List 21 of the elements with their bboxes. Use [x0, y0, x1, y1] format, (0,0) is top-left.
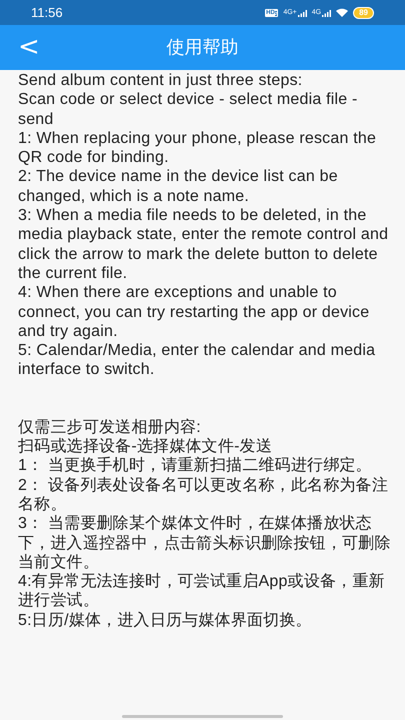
battery-indicator: 89 [353, 6, 374, 18]
help-text: 4:有异常无法连接时，可尝试重启App或设备，重新进行尝试。 [18, 572, 386, 611]
help-text: 3: When a media file needs to be deleted, in the media playback state, enter the remote control and click the arrow to mark the delete button to delete the current file. [18, 206, 390, 284]
status-time: 11:56 [31, 4, 63, 22]
wifi-icon [336, 8, 348, 17]
help-text: Send album content in just three steps: [18, 71, 304, 90]
signal-icon [322, 10, 332, 16]
help-text: 4: When there are exceptions and unable to connect, you can try restarting the app or device and try again. [18, 283, 370, 342]
help-text: 仅需三步可发送相册内容: [18, 418, 202, 438]
back-button[interactable]: < [16, 33, 42, 61]
help-text: 1: When replacing your phone, please rescan the QR code for binding. [18, 128, 378, 168]
screen-title: 使用帮助 [166, 36, 238, 59]
help-text: 2： 设备列表处设备名可以更改名称，此名称为备注名称。 [18, 476, 390, 514]
help-text: 1： 当更换手机时，请重新扫描二维码进行绑定。 [18, 456, 373, 476]
help-text: 2: The device name in the device list can be changed, which is a note name. [18, 167, 339, 206]
help-text: Scan code or select device - select media file - send [18, 90, 359, 129]
help-text: 3： 当需要删除某个媒体文件时，在媒体播放状态下，进入遥控器中，点击箭头标识删除按钮，可删除当前文件。 [18, 514, 392, 572]
help-text: 5: Calendar/Media, enter the calendar and media interface to switch. [18, 341, 376, 380]
help-text: 5:日历/媒体，进入日历与媒体界面切换。 [18, 610, 313, 630]
signal-icon [298, 10, 307, 16]
help-text: 扫码或选择设备-选择媒体文件-发送 [18, 437, 274, 456]
